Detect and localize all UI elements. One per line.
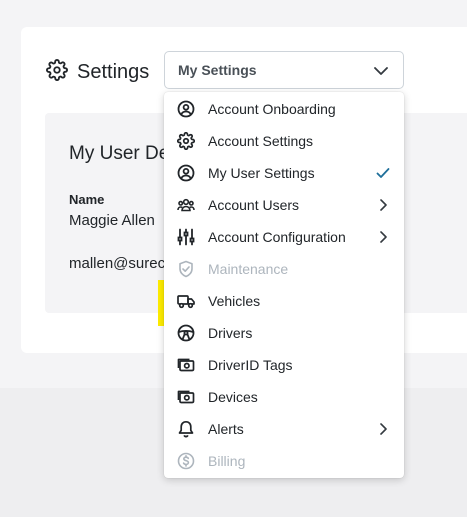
user-circle-icon bbox=[177, 100, 195, 118]
menu-item-account-configuration[interactable]: Account Configuration bbox=[164, 221, 404, 253]
sliders-icon bbox=[177, 228, 195, 246]
menu-item-label: Billing bbox=[208, 453, 246, 469]
steering-wheel-icon bbox=[177, 324, 195, 342]
chevron-right-icon bbox=[380, 199, 387, 211]
menu-item-devices[interactable]: Devices bbox=[164, 381, 404, 413]
name-label: Name bbox=[69, 192, 105, 207]
menu-item-label: Account Configuration bbox=[208, 229, 346, 245]
menu-item-label: DriverID Tags bbox=[208, 357, 293, 373]
menu-item-label: Alerts bbox=[208, 421, 244, 437]
chevron-right-icon bbox=[380, 423, 387, 435]
name-value: Maggie Allen bbox=[69, 212, 155, 229]
check-icon bbox=[376, 168, 390, 178]
menu-item-account-onboarding[interactable]: Account Onboarding bbox=[164, 93, 404, 125]
settings-select-value: My Settings bbox=[178, 62, 257, 78]
settings-header: Settings bbox=[46, 58, 150, 86]
menu-item-driverid-tags[interactable]: DriverID Tags bbox=[164, 349, 404, 381]
menu-item-label: Account Onboarding bbox=[208, 101, 336, 117]
menu-item-drivers[interactable]: Drivers bbox=[164, 317, 404, 349]
email-value: mallen@surec bbox=[69, 255, 166, 272]
menu-item-label: Account Users bbox=[208, 197, 300, 213]
menu-item-label: Account Settings bbox=[208, 133, 314, 149]
panel-title: My User De bbox=[69, 143, 170, 164]
menu-item-alerts[interactable]: Alerts bbox=[164, 413, 404, 445]
settings-select[interactable]: My Settings bbox=[164, 51, 404, 89]
menu-item-billing: Billing bbox=[164, 445, 404, 477]
chevron-right-icon bbox=[380, 231, 387, 243]
gear-icon bbox=[46, 58, 68, 86]
shield-check-icon bbox=[177, 260, 195, 278]
bell-icon bbox=[177, 420, 195, 438]
user-circle-icon bbox=[177, 164, 195, 182]
menu-item-maintenance: Maintenance bbox=[164, 253, 404, 285]
menu-item-my-user-settings[interactable]: My User Settings bbox=[164, 157, 404, 189]
menu-item-label: Maintenance bbox=[208, 261, 289, 277]
menu-item-account-settings[interactable]: Account Settings bbox=[164, 125, 404, 157]
menu-item-vehicles[interactable]: Vehicles bbox=[164, 285, 404, 317]
id-tag-icon bbox=[177, 356, 195, 374]
chevron-down-icon bbox=[374, 67, 388, 75]
menu-item-account-users[interactable]: Account Users bbox=[164, 189, 404, 221]
menu-item-label: Drivers bbox=[208, 325, 253, 341]
device-icon bbox=[177, 388, 195, 406]
truck-icon bbox=[177, 292, 195, 310]
menu-item-label: Devices bbox=[208, 389, 258, 405]
dollar-circle-icon bbox=[177, 452, 195, 470]
menu-item-label: Vehicles bbox=[208, 293, 261, 309]
settings-dropdown-menu: Account Onboarding Account Settings My U… bbox=[164, 92, 404, 478]
users-icon bbox=[177, 196, 195, 214]
gear-icon bbox=[177, 132, 195, 150]
menu-item-label: My User Settings bbox=[208, 165, 315, 181]
page-title: Settings bbox=[77, 60, 150, 83]
